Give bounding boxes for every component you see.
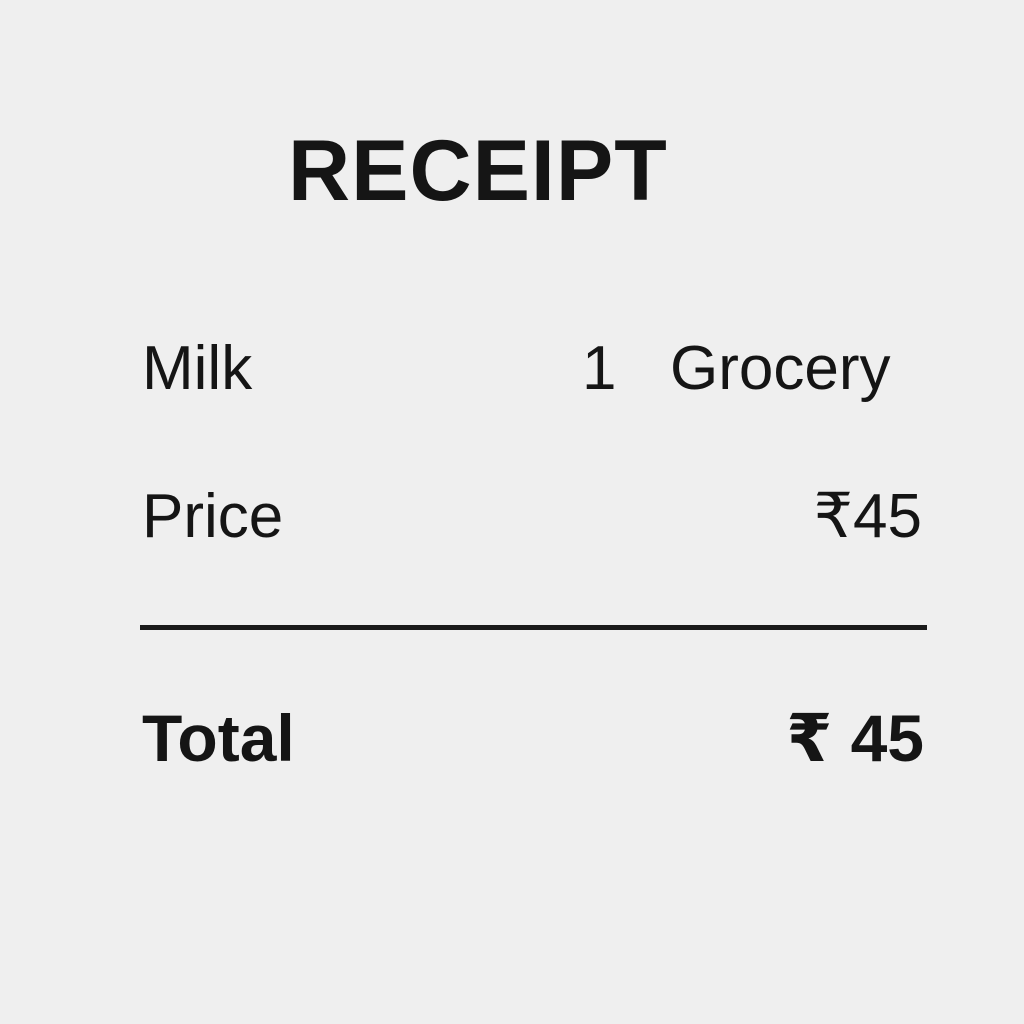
receipt-title: RECEIPT <box>288 123 668 219</box>
item-quantity: 1 <box>582 334 617 403</box>
total-value: ₹ 45 <box>786 701 924 775</box>
item-name: Milk <box>142 334 253 403</box>
receipt-page: RECEIPT Milk 1 Grocery Price ₹45 Total ₹… <box>0 0 1024 1024</box>
price-value: ₹45 <box>813 482 922 551</box>
price-label: Price <box>142 482 284 551</box>
total-label: Total <box>142 701 295 775</box>
total-divider <box>140 625 927 630</box>
item-category: Grocery <box>670 334 891 403</box>
